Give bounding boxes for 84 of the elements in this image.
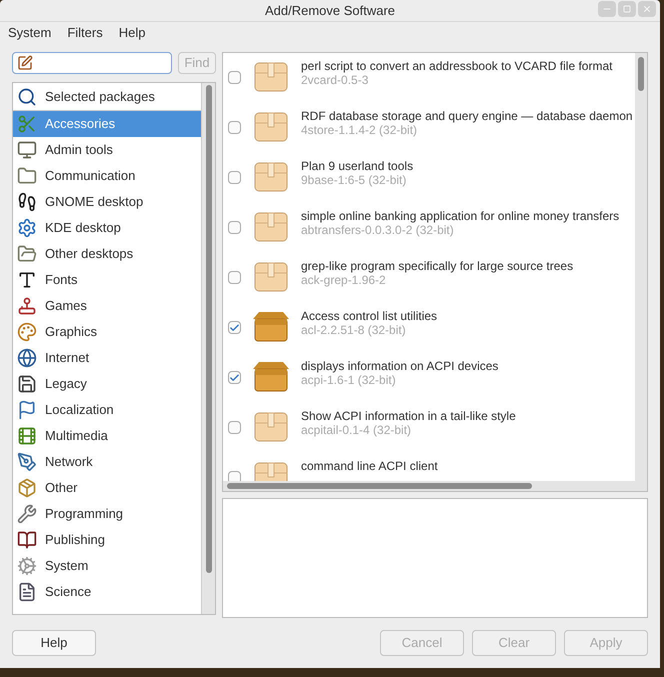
package-summary: grep-like program specifically for large source trees [301, 259, 574, 273]
package-version: abtransfers-0.0.3.0-2 (32-bit) [301, 223, 455, 237]
checkbox[interactable] [228, 421, 241, 434]
package-version: 2vcard-0.5-3 [301, 73, 370, 87]
dialog-button[interactable]: Help [12, 630, 96, 656]
package-summary: Plan 9 userland tools [301, 159, 414, 173]
package-version: acpi-1.6-1 (32-bit) [301, 373, 397, 387]
package-row[interactable]: Access control list utilities acl-2.2.51-8 (32-bit) [223, 303, 635, 353]
menu-item[interactable]: Filters [67, 23, 103, 43]
package-version: acl-2.2.51-8 (32-bit) [301, 323, 407, 337]
floppy-icon [17, 374, 37, 394]
window-title: Add/Remove Software [264, 2, 396, 20]
category-item[interactable]: Internet [13, 345, 201, 371]
category-item[interactable]: Fonts [13, 267, 201, 293]
maximize-button[interactable] [618, 1, 636, 17]
joystick-icon [17, 296, 37, 316]
package-summary: perl script to convert an addressbook to VCARD file format [301, 59, 612, 73]
package-version: acpitail-0.1-4 (32-bit) [301, 423, 412, 437]
category-item[interactable]: Graphics [13, 319, 201, 345]
edit-icon [17, 55, 33, 71]
checkbox[interactable] [228, 71, 241, 84]
book-icon [17, 530, 37, 550]
category-item[interactable]: Programming [13, 501, 201, 527]
document-icon [17, 582, 37, 602]
checkbox[interactable] [228, 371, 241, 384]
search-icon [17, 86, 37, 106]
menu-item[interactable]: Help [118, 23, 146, 43]
gear-icon [17, 218, 37, 238]
maximize-icon [623, 5, 631, 13]
category-item[interactable]: Games [13, 293, 201, 319]
category-item[interactable]: Multimedia [13, 423, 201, 449]
package-summary: displays information on ACPI devices [301, 359, 498, 373]
package-row[interactable]: displays information on ACPI devices acpi-1.6-1 (32-bit) [223, 353, 635, 403]
search-field[interactable] [12, 52, 172, 74]
pen-icon [17, 452, 37, 472]
package-row[interactable]: Plan 9 userland tools 9base-1:6-5 (32-bit) [223, 153, 635, 203]
package-version: 4store-1.1.4-2 (32-bit) [301, 123, 418, 137]
package-version: 9base-1:6-5 (32-bit) [301, 173, 408, 187]
category-item[interactable]: Legacy [13, 371, 201, 397]
category-item[interactable]: Publishing [13, 527, 201, 553]
footprint-icon [17, 192, 37, 212]
checkbox[interactable] [228, 171, 241, 184]
checkbox[interactable] [228, 121, 241, 134]
minimize-button[interactable] [598, 1, 616, 17]
close-button[interactable] [638, 1, 656, 17]
gear-icon [17, 556, 37, 576]
package-summary: RDF database storage and query engine — database daemon [301, 109, 633, 123]
package-version: ack-grep-1.96-2 [301, 273, 387, 287]
category-item[interactable]: Other desktops [13, 241, 201, 267]
checkbox[interactable] [228, 221, 241, 234]
checkbox[interactable] [228, 271, 241, 284]
package-row[interactable]: Show ACPI information in a tail-like style acpitail-0.1-4 (32-bit) [223, 403, 635, 453]
font-icon [17, 270, 37, 290]
checkbox[interactable] [228, 471, 241, 481]
category-item[interactable]: Network [13, 449, 201, 475]
close-icon [642, 4, 652, 14]
monitor-icon [17, 140, 37, 160]
package-summary: simple online banking application for online money transfers [301, 209, 620, 223]
category-item[interactable]: Other [13, 475, 201, 501]
category-item[interactable]: KDE desktop [13, 215, 201, 241]
palette-icon [17, 322, 37, 342]
package-row[interactable]: RDF database storage and query engine — database daemon 4store-1.1.4-2 (32-bit) [223, 103, 635, 153]
flag-icon [17, 400, 37, 420]
menu-item[interactable]: System [8, 23, 52, 43]
package-row[interactable]: simple online banking application for online money transfers abtransfers-0.0.3.0-2 (32-bit) [223, 203, 635, 253]
package-summary: Show ACPI information in a tail-like style [301, 409, 516, 423]
category-item[interactable]: Admin tools [13, 137, 201, 163]
category-item[interactable]: Localization [13, 397, 201, 423]
package-summary: Access control list utilities [301, 309, 438, 323]
folder-icon [17, 244, 37, 264]
folder-icon [17, 166, 37, 186]
category-item[interactable]: GNOME desktop [13, 189, 201, 215]
film-icon [17, 426, 37, 446]
category-item[interactable]: Science [13, 579, 201, 605]
wrench-icon [17, 504, 37, 524]
package-summary: command line ACPI client [301, 459, 438, 473]
category-item[interactable]: System [13, 553, 201, 579]
package-row[interactable]: perl script to convert an addressbook to VCARD file format 2vcard-0.5-3 [223, 53, 635, 103]
checkbox[interactable] [228, 321, 241, 334]
package-row[interactable]: grep-like program specifically for large source trees ack-grep-1.96-2 [223, 253, 635, 303]
globe-icon [17, 348, 37, 368]
box-icon [17, 478, 37, 498]
category-item[interactable]: Communication [13, 163, 201, 189]
scissors-icon [17, 114, 37, 134]
